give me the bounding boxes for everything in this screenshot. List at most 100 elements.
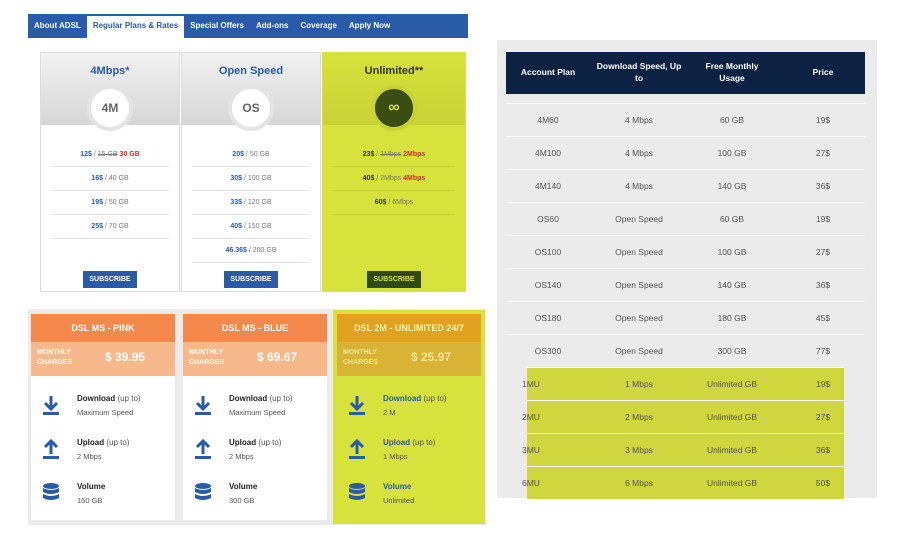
- dsl-card: DSL 2M - UNLIMITED 24/7 MONTHLY CHARGES $ …: [333, 310, 485, 524]
- feature-name: Upload: [229, 438, 257, 447]
- dsl-card-title: DSL MS - BLUE: [183, 314, 327, 342]
- plan-price-row: 12$ / 15 GB 30 GB: [51, 143, 169, 167]
- database-icon: [41, 482, 61, 504]
- plan-price: 12$: [80, 151, 92, 158]
- cell-account-plan: 4M140: [535, 181, 561, 191]
- feature-name: Volume: [229, 482, 258, 491]
- cell-account-plan: 1MU: [522, 379, 540, 389]
- cell-price: 36$: [815, 181, 831, 191]
- dsl-feature: Upload (up to) 1 Mbps: [337, 434, 481, 478]
- cell-price: 27$: [815, 412, 831, 422]
- tab-about-adsl[interactable]: About ADSL: [28, 14, 87, 38]
- cell-download-speed: 4 Mbps: [625, 115, 653, 125]
- monthly-charges: MONTHLY CHARGES $ 39.95: [31, 342, 175, 376]
- feature-title: Upload (up to): [383, 438, 435, 447]
- tab-regular-plans[interactable]: Regular Plans & Rates: [86, 14, 185, 38]
- plan-price-row: 19$ / 50 GB: [51, 191, 169, 215]
- table-header: Account Plan Download Speed, Up to Free …: [506, 52, 865, 94]
- cell-account-plan: OS140: [534, 280, 562, 290]
- cell-download-speed: 6 Mbps: [625, 478, 653, 488]
- plan-allowance: 15 GB: [97, 151, 118, 158]
- cell-price: 27$: [815, 247, 831, 257]
- plan-price: 20$: [232, 151, 244, 158]
- cell-account-plan: OS60: [537, 214, 559, 224]
- table-row: 4M60 4 Mbps 60 GB 19$: [506, 103, 865, 136]
- cell-account-plan: 4M60: [537, 115, 559, 125]
- monthly-charges-amount: $ 25.97: [411, 350, 452, 364]
- dsl-card: DSL MS - BLUE MONTHLY CHARGES $ 69.67 Downl…: [183, 314, 327, 520]
- table-row: 1MU 1 Mbps Unlimited GB 19$: [522, 367, 844, 400]
- dsl-feature: Upload (up to) 2 Mbps: [183, 434, 327, 478]
- feature-title: Upload (up to): [229, 438, 281, 447]
- table-row: 4M100 4 Mbps 100 GB 27$: [506, 136, 865, 169]
- plan-header: Unlimited** ∞: [323, 53, 465, 131]
- plan-price-list: 20$ / 50 GB 30$ / 100 GB 33$ / 120 GB 40$ /…: [192, 143, 310, 263]
- plan-price: 46.36$: [225, 247, 247, 254]
- feature-value: 300 GB: [229, 496, 255, 505]
- plan-allowance: 150 GB: [247, 223, 272, 230]
- dsl-feature: Volume 300 GB: [183, 478, 327, 522]
- dsl-feature: Volume Unlimited: [337, 478, 481, 522]
- plan-price: 40$: [230, 223, 243, 230]
- plan-price-list: 23$ / 1Mbps 2Mbps 40$ / 2Mbps 4Mbps 60$ / …: [333, 143, 455, 215]
- plan-column: Unlimited** ∞ 23$ / 1Mbps 2Mbps 40$ / 2Mbps…: [322, 52, 466, 292]
- table-row: OS180 Open Speed 180 GB 45$: [506, 301, 865, 334]
- plan-price-list: 12$ / 15 GB 30 GB 16$ / 40 GB 19$ / 50 GB 2…: [51, 143, 169, 239]
- cell-usage: 300 GB: [717, 346, 747, 356]
- cell-price: 27$: [815, 148, 831, 158]
- tab-special-offers[interactable]: Special Offers: [184, 14, 250, 38]
- tab-apply-now[interactable]: Apply Now: [343, 14, 396, 38]
- plan-bonus-allowance: 2Mbps: [403, 151, 426, 158]
- cell-usage: Unlimited GB: [706, 445, 758, 455]
- download-icon: [193, 394, 213, 416]
- cell-account-plan: OS300: [534, 346, 562, 356]
- table-row: 4M140 4 Mbps 140 GB 36$: [506, 169, 865, 202]
- subscribe-button[interactable]: SUBSCRIBE: [83, 271, 137, 288]
- dsl-cards-panel: DSL MS - PINK MONTHLY CHARGES $ 39.95 Downl…: [28, 309, 486, 525]
- feature-qualifier: (up to): [410, 438, 436, 447]
- feature-title: Upload (up to): [77, 438, 129, 447]
- plan-columns: 4Mbps* 4M 12$ / 15 GB 30 GB 16$ / 40 GB 19$ …: [40, 52, 466, 292]
- tab-add-ons[interactable]: Add-ons: [250, 14, 294, 38]
- tab-coverage[interactable]: Coverage: [294, 14, 342, 38]
- cell-usage: 140 GB: [717, 181, 747, 191]
- cell-price: 77$: [815, 346, 831, 356]
- subscribe-button[interactable]: SUBSCRIBE: [224, 271, 278, 288]
- database-icon: [193, 482, 213, 504]
- cell-download-speed: Open Speed: [615, 280, 663, 290]
- dsl-card: DSL MS - PINK MONTHLY CHARGES $ 39.95 Downl…: [31, 314, 175, 520]
- monthly-charges-label: MONTHLY CHARGES: [37, 349, 73, 366]
- upload-icon: [193, 438, 213, 460]
- cell-usage: 100 GB: [717, 148, 747, 158]
- feature-name: Download: [383, 394, 422, 403]
- feature-title: Volume: [77, 482, 105, 491]
- plan-price-row: 40$ / 150 GB: [192, 215, 310, 239]
- feature-qualifier: (up to): [256, 438, 282, 447]
- cell-download-speed: Open Speed: [615, 346, 663, 356]
- feature-value: 150 GB: [77, 496, 103, 505]
- cell-download-speed: 3 Mbps: [625, 445, 653, 455]
- table-row: OS140 Open Speed 140 GB 36$: [506, 268, 865, 301]
- plan-badge: 4M: [87, 85, 133, 131]
- monthly-charges-amount: $ 39.95: [105, 350, 146, 364]
- feature-name: Upload: [383, 438, 411, 447]
- cell-price: 36$: [815, 445, 831, 455]
- plan-allowance: 1Mbps: [380, 151, 402, 158]
- plan-price-row: 30$ / 100 GB: [192, 167, 310, 191]
- cell-usage: 100 GB: [717, 247, 747, 257]
- cell-download-speed: Open Speed: [615, 313, 663, 323]
- cell-price: 19$: [815, 379, 831, 389]
- cell-usage: Unlimited GB: [706, 412, 758, 422]
- regular-plans-panel: About ADSL Regular Plans & Rates Special…: [28, 14, 468, 292]
- header-price: Price: [812, 67, 834, 77]
- cell-account-plan: 4M100: [535, 148, 561, 158]
- plan-price: 23$: [362, 151, 375, 158]
- table-row: OS100 Open Speed 100 GB 27$: [506, 235, 865, 268]
- cell-usage: Unlimited GB: [706, 379, 758, 389]
- plan-price: 33$: [230, 199, 243, 206]
- monthly-charges: MONTHLY CHARGES $ 69.67: [183, 342, 327, 376]
- upload-icon: [41, 438, 61, 460]
- subscribe-button[interactable]: SUBSCRIBE: [367, 271, 421, 288]
- feature-value: Maximum Speed: [229, 408, 286, 417]
- plan-allowance: 100 GB: [247, 175, 272, 182]
